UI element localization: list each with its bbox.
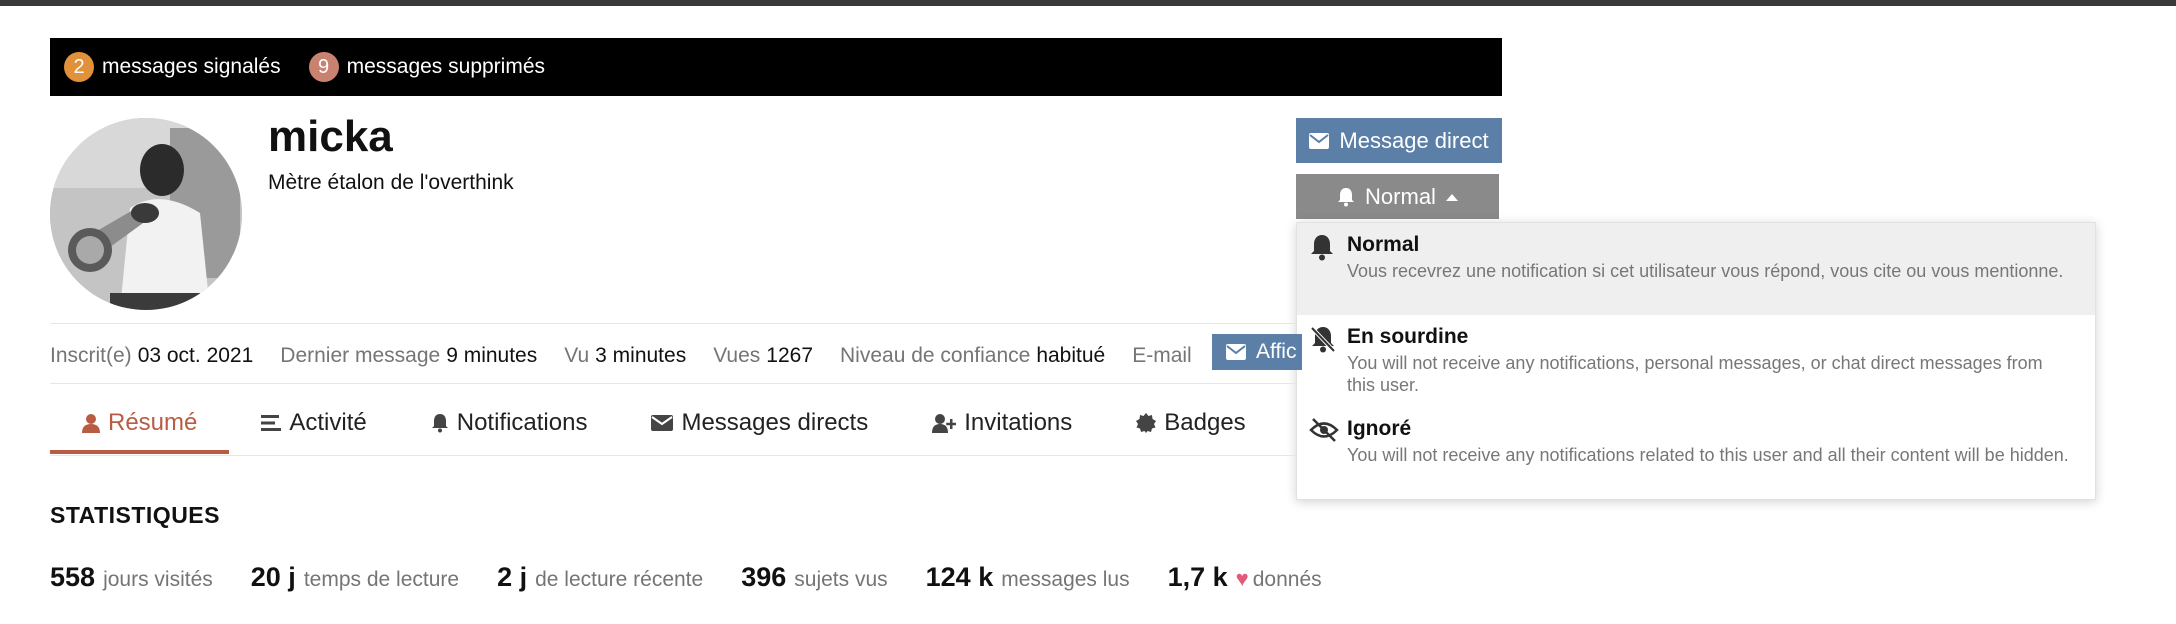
tab-direct-messages[interactable]: Messages directs (619, 392, 900, 454)
tab-label: Activité (289, 409, 367, 436)
flagged-posts-link[interactable]: 2 messages signalés (64, 52, 281, 82)
stat-posts-read: 124 k messages lus (925, 562, 1130, 592)
notification-level-label: Normal (1365, 183, 1436, 209)
bell-icon (1309, 233, 1335, 266)
trust-level-stat: Niveau de confiance habitué (840, 344, 1106, 367)
direct-message-label: Message direct (1339, 127, 1489, 153)
avatar[interactable] (50, 118, 242, 310)
user-icon (82, 413, 100, 433)
certificate-icon (1136, 413, 1157, 433)
envelope-icon (1309, 132, 1330, 149)
list-icon (261, 414, 282, 432)
direct-message-button[interactable]: Message direct (1296, 118, 1502, 163)
eye-slash-icon (1309, 417, 1339, 448)
envelope-icon (1226, 344, 1246, 360)
bell-icon (431, 413, 449, 433)
envelope-icon (651, 415, 674, 431)
deleted-count-badge: 9 (308, 52, 339, 82)
tab-label: Messages directs (681, 409, 869, 436)
tab-invitations[interactable]: Invitations (900, 392, 1104, 454)
statistics-heading: STATISTIQUES (50, 502, 220, 528)
moderation-alert-bar: 2 messages signalés 9 messages supprimés (50, 38, 1502, 96)
show-email-button[interactable]: Affic (1212, 334, 1302, 370)
menu-item-normal[interactable]: Normal Vous recevrez une notification si… (1297, 223, 2095, 315)
divider (50, 323, 1296, 324)
tab-summary[interactable]: Résumé (50, 392, 230, 454)
menu-item-description: You will not receive any notifications r… (1347, 445, 2069, 465)
caret-up-icon (1445, 193, 1458, 201)
username: micka (268, 112, 393, 161)
bell-slash-icon (1309, 325, 1337, 358)
tab-notifications[interactable]: Notifications (399, 392, 620, 454)
tab-activity[interactable]: Activité (229, 392, 398, 454)
divider (50, 455, 1296, 456)
joined-stat: Inscrit(e) 03 oct. 2021 (50, 344, 254, 367)
flagged-count-badge: 2 (64, 52, 94, 82)
notification-level-dropdown[interactable]: Normal (1296, 174, 1499, 219)
stat-topics-viewed: 396 sujets vus (741, 562, 888, 592)
tab-badges[interactable]: Badges (1104, 392, 1277, 454)
menu-item-description: Vous recevrez une notification si cet ut… (1347, 261, 2064, 281)
tab-label: Résumé (108, 409, 198, 436)
stat-read-time: 20 j temps de lecture (250, 562, 460, 592)
tab-label: Notifications (456, 409, 588, 436)
bell-icon (1337, 187, 1355, 207)
menu-item-muted[interactable]: En sourdine You will not receive any not… (1297, 315, 2095, 407)
heart-icon: ♥ (1235, 566, 1249, 591)
deleted-posts-link[interactable]: 9 messages supprimés (308, 52, 546, 82)
seen-stat: Vu 3 minutes (564, 344, 687, 367)
notification-level-menu: Normal Vous recevrez une notification si… (1296, 222, 2096, 500)
statistics-summary: 558 jours visités 20 j temps de lecture 2 … (50, 562, 1360, 593)
top-border (0, 0, 2176, 6)
views-stat: Vues 1267 (713, 344, 814, 367)
tab-label: Badges (1164, 409, 1246, 436)
user-meta-row: Inscrit(e) 03 oct. 2021 Dernier message 9 … (50, 340, 1219, 372)
menu-item-title: En sourdine (1347, 325, 1469, 348)
last-post-stat: Dernier message 9 minutes (280, 344, 538, 367)
user-title: Mètre étalon de l'overthink (268, 171, 514, 194)
tab-label: Invitations (964, 409, 1073, 436)
menu-item-title: Ignoré (1347, 417, 1412, 440)
stat-recent-read-time: 2 j de lecture récente (497, 562, 704, 592)
profile-tabs: Résumé Activité Notifications Messages d… (50, 392, 1278, 454)
show-email-label: Affic (1256, 340, 1297, 363)
flagged-label: messages signalés (102, 55, 281, 78)
user-plus-icon (932, 413, 957, 433)
deleted-label: messages supprimés (346, 55, 546, 78)
stat-days-visited: 558 jours visités (50, 562, 213, 592)
avatar-photo (50, 118, 242, 310)
divider (50, 383, 1296, 384)
menu-item-title: Normal (1347, 233, 1420, 256)
menu-item-ignored[interactable]: Ignoré You will not receive any notifica… (1297, 407, 2095, 499)
stat-likes-given: 1,7 k ♥ donnés (1167, 562, 1322, 592)
menu-item-description: You will not receive any notifications, … (1347, 353, 2043, 395)
email-stat: E-mail (1132, 344, 1192, 367)
